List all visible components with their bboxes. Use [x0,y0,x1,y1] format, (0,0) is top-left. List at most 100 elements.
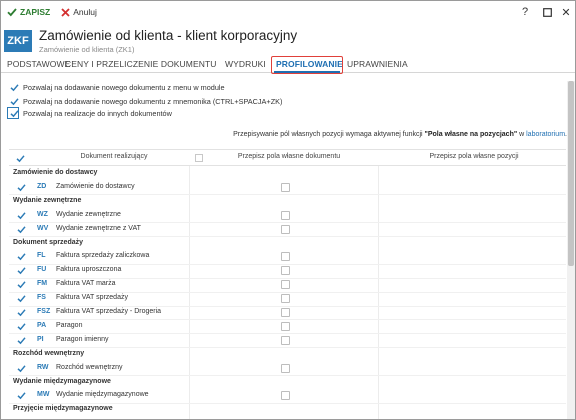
document-header: ZKF Zamówienie od klienta - klient korpo… [1,25,575,57]
select-all-checkbox[interactable] [16,154,25,163]
column-header-item-fields: Przepisz pola własne pozycji [429,153,519,160]
group-label: Wydanie zewnętrzne [13,196,82,204]
document-name: Wydanie zewnętrzne z VAT [56,224,141,232]
document-code: FL [37,252,46,260]
group-label: Wydanie międzymagazynowe [13,377,111,385]
row-checkbox-checked[interactable] [17,266,26,275]
info-feature: "Pola własne na pozycjach" [424,131,518,138]
copy-document-fields-checkbox[interactable] [281,321,290,331]
group-label: Dokument sprzedaży [13,238,84,246]
document-code: WZ [37,210,48,218]
copy-document-fields-checkbox[interactable] [281,363,290,373]
table-row[interactable]: ZD Zamówienie do dostawcy [9,181,566,195]
option-label: Pozwalaj na dodawanie nowego dokumentu z… [23,97,283,106]
document-code: RW [37,363,49,371]
select-all-document-fields-checkbox[interactable] [195,154,203,162]
help-button[interactable]: ? [515,1,535,23]
row-checkbox-checked[interactable] [17,252,26,261]
group-row: Przyjęcie międzymagazynowe [9,403,566,417]
group-row: Rozchód wewnętrzny [9,348,566,362]
checkmark-icon [10,84,19,92]
group-row: Dokument sprzedaży [9,237,566,251]
copy-document-fields-checkbox[interactable] [281,391,290,401]
row-checkbox-checked[interactable] [17,225,26,234]
row-checkbox-checked[interactable] [17,183,26,192]
cancel-button[interactable]: Anuluj [57,1,101,23]
row-checkbox-checked[interactable] [17,336,26,345]
document-name: Faktura VAT marża [56,280,116,288]
document-settings-window: ZAPISZ Anuluj ? ✕ ZKF Zamówienie od klie… [0,0,576,420]
table-row[interactable]: WV Wydanie zewnętrzne z VAT [9,223,566,237]
document-name: Zamówienie do dostawcy [56,182,135,190]
page-subtitle: Zamówienie od klienta (ZK1) [39,45,135,54]
column-header-document: Dokument realizujący [80,153,148,160]
row-checkbox-checked[interactable] [17,322,26,331]
table-row[interactable]: FL Faktura sprzedaży zaliczkowa [9,250,566,264]
document-code: MW [37,391,50,399]
table-row[interactable]: MW Wydanie międzymagazynowe [9,389,566,403]
document-name: Wydanie zewnętrzne [56,210,121,218]
copy-document-fields-checkbox[interactable] [281,294,290,304]
option-add-from-mnemonic[interactable]: Pozwalaj na dodawanie nowego dokumentu z… [10,97,282,106]
copy-document-fields-checkbox[interactable] [281,266,290,276]
document-code: FS [37,294,46,302]
row-checkbox-checked[interactable] [17,294,26,303]
document-code: FU [37,266,47,274]
group-label: Rozchód wewnętrzny [13,349,85,357]
scrollbar-thumb[interactable] [568,81,574,266]
row-checkbox-checked[interactable] [17,211,26,220]
tab-uprawnienia[interactable]: UPRAWNIENIA [347,59,408,69]
copy-document-fields-checkbox[interactable] [281,335,290,345]
custom-fields-info: Przepisywanie pól własnych pozycji wymag… [233,131,567,138]
copy-document-fields-checkbox[interactable] [281,280,290,290]
table-row[interactable]: WZ Wydanie zewnętrzne [9,209,566,223]
checkmark-icon [10,110,19,118]
tab-wydruki[interactable]: WYDRUKI [225,59,266,69]
option-add-from-menu[interactable]: Pozwalaj na dodawanie nowego dokumentu z… [10,83,225,92]
document-code: ZD [37,182,47,190]
table-row[interactable]: PI Paragon imienny [9,334,566,348]
page-title: Zamówienie od klienta - klient korporacy… [39,28,298,43]
check-icon [7,8,17,17]
table-row[interactable]: FM Faktura VAT marża [9,278,566,292]
document-code: PI [37,335,44,343]
document-name: Paragon [56,321,83,329]
realizing-documents-grid: Dokument realizujący Przepisz pola własn… [9,149,566,419]
help-icon: ? [521,6,529,18]
cancel-label: Anuluj [73,7,97,17]
active-tab-underline [274,71,340,73]
save-label: ZAPISZ [20,7,51,17]
copy-document-fields-checkbox[interactable] [281,252,290,262]
copy-document-fields-checkbox[interactable] [281,210,290,220]
maximize-button[interactable] [537,1,557,23]
save-button[interactable]: ZAPISZ [3,1,54,23]
option-label: Pozwalaj na realizacje do innych dokumen… [23,109,172,118]
tab-podstawowe[interactable]: PODSTAWOWE [7,59,70,69]
maximize-icon [542,7,552,17]
copy-document-fields-checkbox[interactable] [281,182,290,192]
close-window-button[interactable]: ✕ [556,1,575,23]
option-realize-to-other-documents[interactable]: Pozwalaj na realizacje do innych dokumen… [10,109,172,118]
group-row: Wydanie zewnętrzne [9,195,566,209]
table-row[interactable]: PA Paragon [9,320,566,334]
group-label: Przyjęcie międzymagazynowe [13,405,113,413]
table-row[interactable]: RW Rozchód wewnętrzny [9,362,566,376]
laboratorium-link[interactable]: laboratorium [526,131,565,138]
table-row[interactable]: FU Faktura uproszczona [9,264,566,278]
row-checkbox-checked[interactable] [17,280,26,289]
row-checkbox-checked[interactable] [17,364,26,373]
row-checkbox-checked[interactable] [17,391,26,400]
copy-document-fields-checkbox[interactable] [281,224,290,234]
grid-header: Dokument realizujący Przepisz pola własn… [9,149,566,166]
document-code: FM [37,280,48,288]
document-name: Faktura VAT sprzedaży - Drogeria [56,308,162,315]
toolbar: ZAPISZ Anuluj ? ✕ [1,1,575,23]
document-code: PA [37,321,47,329]
table-row[interactable]: FSZ Faktura VAT sprzedaży - Drogeria [9,306,566,320]
copy-document-fields-checkbox[interactable] [281,308,290,317]
table-row[interactable]: FS Faktura VAT sprzedaży [9,292,566,306]
tab-ceny[interactable]: CENY I PRZELICZENIE DOKUMENTU [65,59,217,69]
info-text: Przepisywanie pól własnych pozycji wymag… [233,131,425,138]
document-name: Rozchód wewnętrzny [56,363,123,371]
row-checkbox-checked[interactable] [17,308,26,317]
